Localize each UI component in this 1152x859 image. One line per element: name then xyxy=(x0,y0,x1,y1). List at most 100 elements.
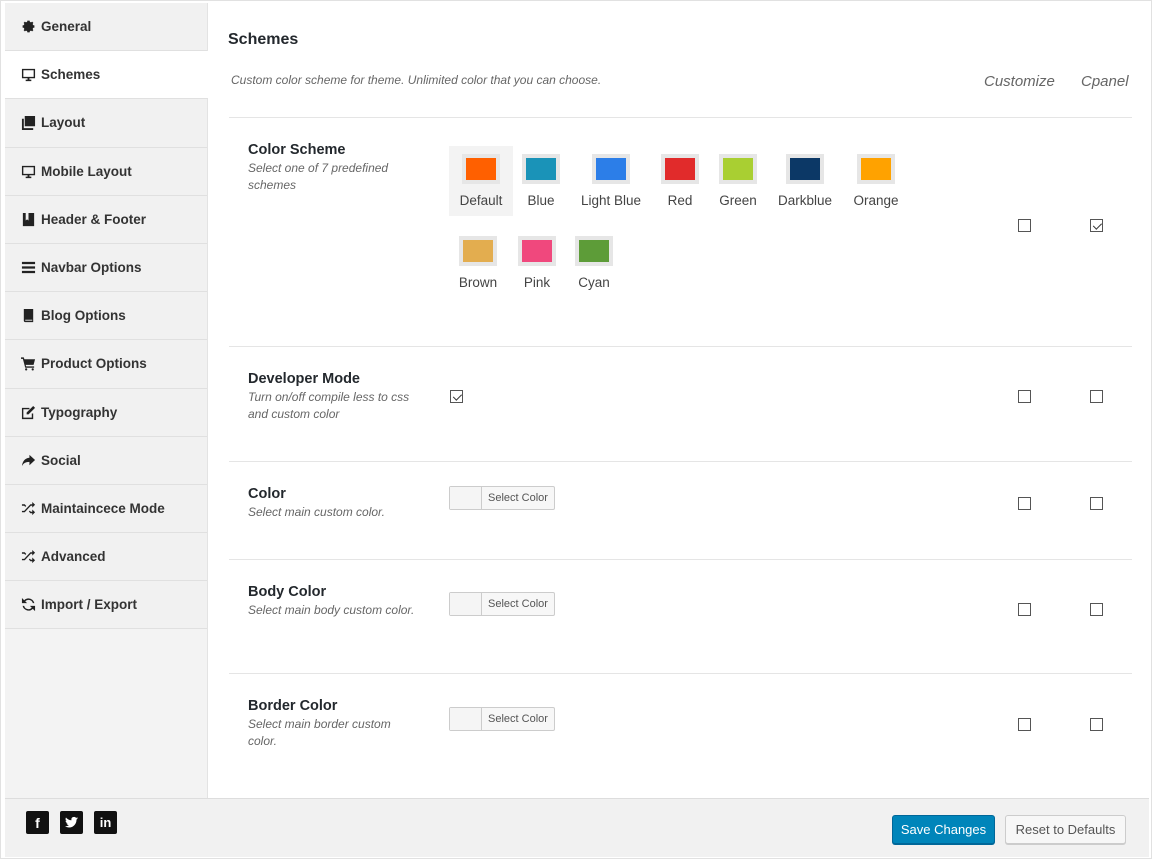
book-icon xyxy=(20,308,36,324)
sidebar-item-mobile-layout[interactable]: Mobile Layout xyxy=(5,147,207,196)
color-cpanel-checkbox[interactable] xyxy=(1090,497,1103,510)
swatch-chip xyxy=(786,154,824,184)
sidebar-item-typography[interactable]: Typography xyxy=(5,388,207,437)
color-subtitle: Select main custom color. xyxy=(248,505,385,519)
share-icon xyxy=(20,452,36,468)
swatch-color xyxy=(526,158,556,180)
color-preview xyxy=(450,487,482,509)
swatch-chip xyxy=(719,154,757,184)
color-scheme-title: Color Scheme xyxy=(248,142,346,158)
swatch-label: Pink xyxy=(523,275,551,290)
color-scheme-section: Color Scheme Select one of 7 predefined … xyxy=(229,117,1132,346)
swatch-color xyxy=(723,158,753,180)
sidebar-item-label: Layout xyxy=(41,115,86,131)
color-scheme-cpanel-checkbox[interactable] xyxy=(1090,219,1103,232)
options-panel: General Schemes Layout Mobile Layout Hea… xyxy=(0,0,1152,859)
developer-mode-section: Developer Mode Turn on/off compile less … xyxy=(229,346,1132,461)
reset-defaults-button[interactable]: Reset to Defaults xyxy=(1005,815,1126,844)
sidebar-item-label: Mobile Layout xyxy=(41,163,132,179)
swatch-label: Light Blue xyxy=(580,193,642,208)
body-color-subtitle: Select main body custom color. xyxy=(248,603,415,617)
color-customize-checkbox[interactable] xyxy=(1018,497,1031,510)
color-preview xyxy=(450,593,482,615)
swatch-cyan[interactable]: Cyan xyxy=(564,236,624,290)
border-color-cpanel-checkbox[interactable] xyxy=(1090,718,1103,731)
sidebar-item-label: Navbar Options xyxy=(41,260,142,276)
save-changes-button[interactable]: Save Changes xyxy=(892,815,995,844)
sidebar-item-layout[interactable]: Layout xyxy=(5,99,207,148)
facebook-icon[interactable]: f xyxy=(26,811,49,834)
sidebar-item-general[interactable]: General xyxy=(5,3,207,52)
developer-mode-customize-checkbox[interactable] xyxy=(1018,390,1031,403)
swatch-chip xyxy=(661,154,699,184)
swatch-color xyxy=(466,158,496,180)
sidebar-item-label: Product Options xyxy=(41,356,147,372)
sidebar-item-import-export[interactable]: Import / Export xyxy=(5,581,207,630)
body-color-title: Body Color xyxy=(248,584,327,600)
sidebar-item-navbar-options[interactable]: Navbar Options xyxy=(5,243,207,293)
sidebar-item-product-options[interactable]: Product Options xyxy=(5,340,207,389)
color-title: Color xyxy=(248,486,286,502)
swatch-blue[interactable]: Blue xyxy=(511,154,571,208)
sidebar-item-header-footer[interactable]: Header & Footer xyxy=(5,195,207,244)
sidebar-item-maintenance-mode[interactable]: Maintaincece Mode xyxy=(5,484,207,534)
swatch-light-blue[interactable]: Light Blue xyxy=(575,154,647,208)
developer-mode-cpanel-checkbox[interactable] xyxy=(1090,390,1103,403)
swatch-color xyxy=(463,240,493,262)
sidebar-item-label: Schemes xyxy=(41,67,101,83)
border-color-customize-checkbox[interactable] xyxy=(1018,718,1031,731)
border-color-title: Border Color xyxy=(248,698,338,714)
select-color-label: Select Color xyxy=(488,713,548,725)
linkedin-icon[interactable]: in xyxy=(94,811,117,834)
sidebar: General Schemes Layout Mobile Layout Hea… xyxy=(5,3,208,798)
edit-icon xyxy=(20,404,36,420)
color-scheme-customize-checkbox[interactable] xyxy=(1018,219,1031,232)
border-color-select-button[interactable]: Select Color xyxy=(449,707,555,731)
monitor-icon xyxy=(20,67,36,83)
twitter-icon[interactable] xyxy=(60,811,83,834)
sidebar-item-blog-options[interactable]: Blog Options xyxy=(5,292,207,341)
column-header-cpanel: Cpanel xyxy=(1081,73,1129,90)
swatch-default[interactable]: Default xyxy=(449,146,513,216)
swatch-pink[interactable]: Pink xyxy=(507,236,567,290)
cart-icon xyxy=(20,356,36,372)
developer-mode-title: Developer Mode xyxy=(248,371,360,387)
swatch-brown[interactable]: Brown xyxy=(448,236,508,290)
developer-mode-checkbox[interactable] xyxy=(450,390,463,403)
swatch-label: Orange xyxy=(853,193,899,208)
shuffle-icon xyxy=(20,549,36,565)
color-section: Color Select main custom color. Select C… xyxy=(229,461,1132,559)
swatch-label: Brown xyxy=(458,275,498,290)
swatch-color xyxy=(596,158,626,180)
sidebar-item-label: Header & Footer xyxy=(41,211,147,227)
swatch-darkblue[interactable]: Darkblue xyxy=(771,154,839,208)
developer-mode-subtitle: Turn on/off compile less to css and cust… xyxy=(248,390,410,421)
sidebar-item-label: Import / Export xyxy=(41,597,138,613)
swatch-color xyxy=(790,158,820,180)
swatch-color xyxy=(861,158,891,180)
swatch-chip xyxy=(857,154,895,184)
swatch-label: Cyan xyxy=(578,275,610,290)
swatch-chip xyxy=(459,236,497,266)
footer: f in Save Changes Reset to Defaults xyxy=(5,798,1149,857)
color-select-button[interactable]: Select Color xyxy=(449,486,555,510)
sidebar-item-label: General xyxy=(41,19,92,35)
swatch-red[interactable]: Red xyxy=(650,154,710,208)
menu-icon xyxy=(20,260,36,276)
swatch-label: Green xyxy=(719,193,757,208)
swatch-orange[interactable]: Orange xyxy=(843,154,909,208)
body-color-select-button[interactable]: Select Color xyxy=(449,592,555,616)
sidebar-item-schemes[interactable]: Schemes xyxy=(5,51,208,100)
swatch-label: Default xyxy=(459,193,503,208)
swatch-chip xyxy=(522,154,560,184)
body-color-cpanel-checkbox[interactable] xyxy=(1090,603,1103,616)
page-description: Custom color scheme for theme. Unlimited… xyxy=(231,73,602,87)
body-color-customize-checkbox[interactable] xyxy=(1018,603,1031,616)
sidebar-item-label: Maintaincece Mode xyxy=(41,500,165,516)
sidebar-item-social[interactable]: Social xyxy=(5,436,207,485)
swatch-green[interactable]: Green xyxy=(708,154,768,208)
gear-icon xyxy=(20,19,36,35)
swatch-chip xyxy=(592,154,630,184)
sidebar-item-advanced[interactable]: Advanced xyxy=(5,533,207,582)
swatch-color xyxy=(579,240,609,262)
